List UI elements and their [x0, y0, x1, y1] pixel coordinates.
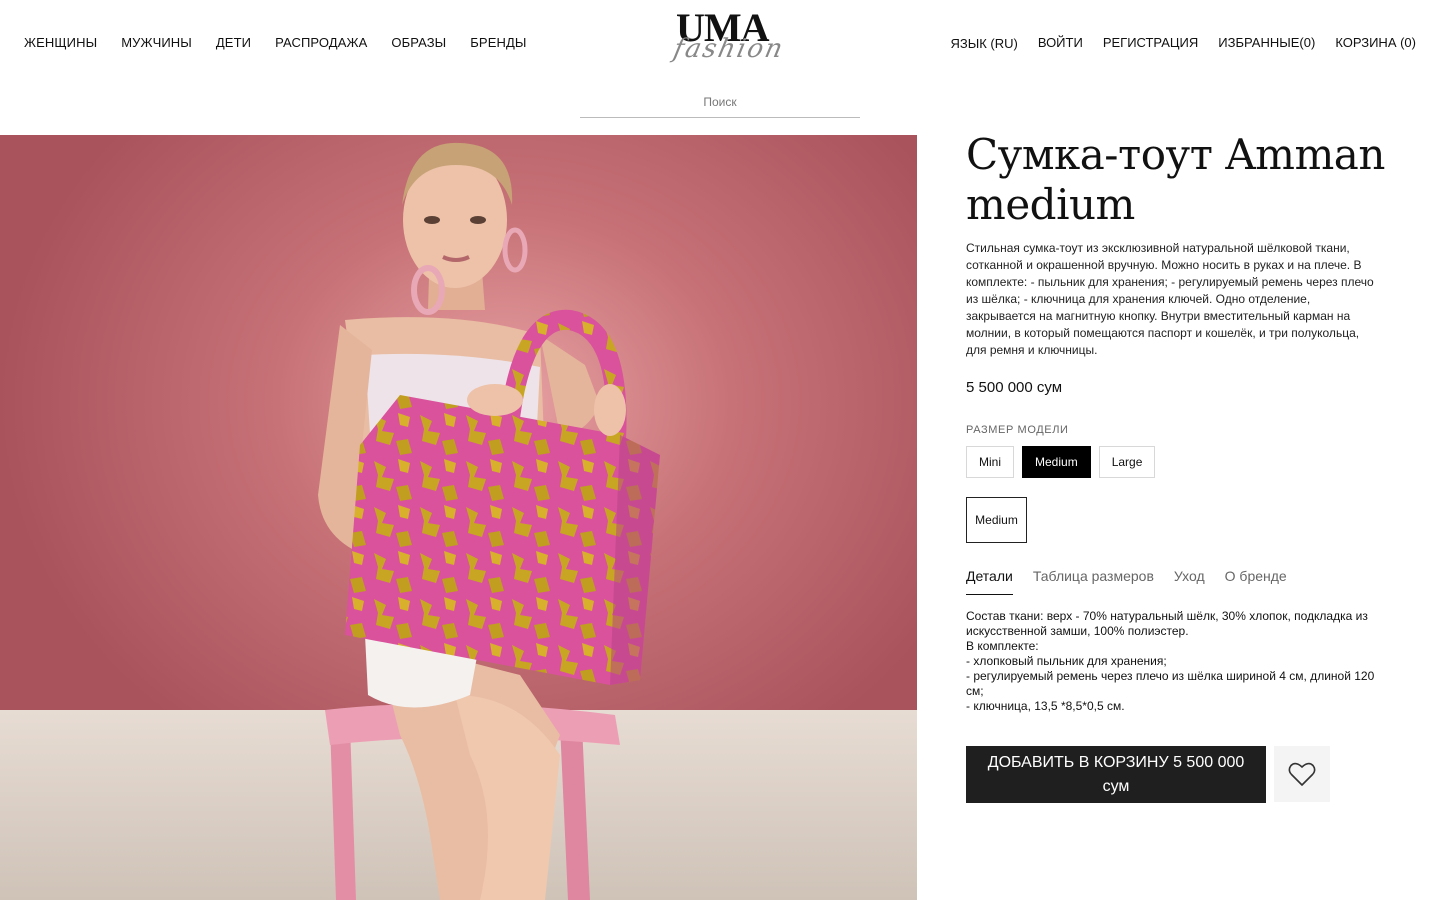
size-mini-button[interactable]: Mini: [966, 446, 1015, 478]
info-tabs: Детали Таблица размеров Уход О бренде: [966, 568, 1386, 595]
size-label: РАЗМЕР МОДЕЛИ: [966, 424, 1069, 436]
details-line: Состав ткани: верх - 70% натуральный шёл…: [966, 609, 1368, 638]
product-title: Сумка-тоут Amman medium: [966, 130, 1385, 229]
nav-men[interactable]: МУЖЧИНЫ: [121, 35, 192, 51]
details-line: В комплекте:: [966, 639, 1039, 653]
heart-icon: [1288, 762, 1316, 786]
size-selector: Mini Medium Large: [966, 446, 1386, 478]
cart-link[interactable]: КОРЗИНА (0): [1335, 35, 1416, 52]
purchase-actions: ДОБАВИТЬ В КОРЗИНУ 5 500 000 сум: [966, 746, 1386, 803]
nav-sale[interactable]: РАСПРОДАЖА: [275, 35, 367, 51]
size-medium-button[interactable]: Medium: [1022, 446, 1091, 478]
main-nav: ЖЕНЩИНЫ МУЖЧИНЫ ДЕТИ РАСПРОДАЖА ОБРАЗЫ Б…: [24, 35, 550, 51]
register-link[interactable]: РЕГИСТРАЦИЯ: [1103, 35, 1198, 52]
tab-size-chart[interactable]: Таблица размеров: [1033, 568, 1154, 595]
nav-women[interactable]: ЖЕНЩИНЫ: [24, 35, 97, 51]
nav-kids[interactable]: ДЕТИ: [216, 35, 251, 51]
language-switch[interactable]: ЯЗЫК (RU): [950, 36, 1017, 52]
tab-about-brand[interactable]: О бренде: [1225, 568, 1287, 595]
details-content: Состав ткани: верх - 70% натуральный шёл…: [966, 609, 1376, 714]
favorite-button[interactable]: [1274, 746, 1330, 802]
logo-sub: fashion: [670, 34, 788, 64]
variant-swatch[interactable]: Medium: [966, 497, 1027, 543]
product-price: 5 500 000 сум: [966, 379, 1063, 396]
nav-brands[interactable]: БРЕНДЫ: [470, 35, 526, 51]
nav-looks[interactable]: ОБРАЗЫ: [391, 35, 446, 51]
site-logo[interactable]: UMA fashion: [668, 8, 787, 78]
product-photo-illustration: [0, 135, 917, 900]
search-bar: [580, 90, 860, 118]
tab-care[interactable]: Уход: [1174, 568, 1205, 595]
login-link[interactable]: ВОЙТИ: [1038, 35, 1083, 52]
add-to-cart-button[interactable]: ДОБАВИТЬ В КОРЗИНУ 5 500 000 сум: [966, 746, 1266, 803]
details-line: - хлопковый пыльник для хранения;: [966, 654, 1167, 668]
size-large-button[interactable]: Large: [1098, 446, 1156, 478]
product-description: Стильная сумка-тоут из эксклюзивной нату…: [966, 241, 1374, 357]
details-line: - ключница, 13,5 *8,5*0,5 см.: [966, 699, 1125, 713]
tab-details[interactable]: Детали: [966, 568, 1013, 595]
account-nav: ЯЗЫК (RU) ВОЙТИ РЕГИСТРАЦИЯ ИЗБРАННЫЕ(0)…: [930, 35, 1416, 52]
favorites-link[interactable]: ИЗБРАННЫЕ(0): [1218, 35, 1315, 52]
product-image[interactable]: [0, 135, 917, 900]
details-line: - регулируемый ремень через плечо из шёл…: [966, 669, 1375, 698]
search-input[interactable]: [580, 90, 860, 114]
product-info: Сумка-тоут Amman medium Стильная сумка-т…: [966, 130, 1386, 803]
